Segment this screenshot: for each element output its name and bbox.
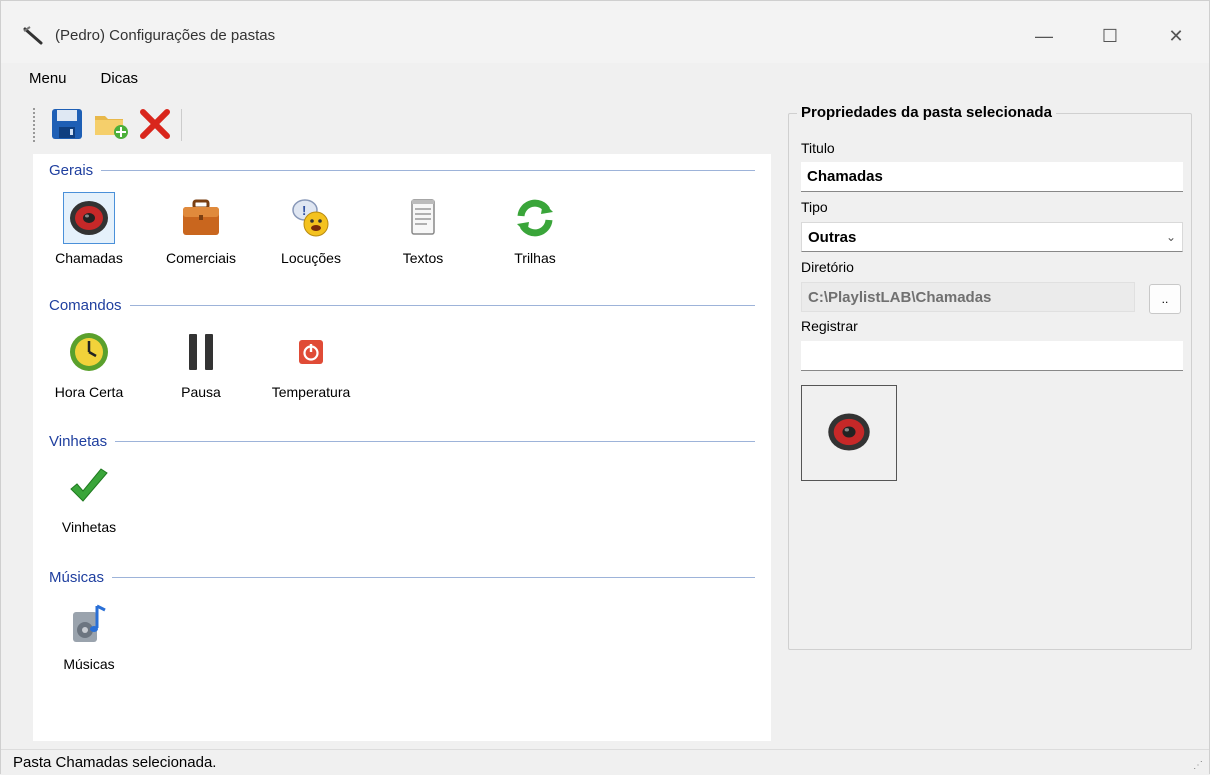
folder-item-hora-certa[interactable]: Hora Certa: [39, 326, 139, 400]
new-folder-icon: [93, 108, 129, 143]
group-label: Músicas: [49, 569, 105, 586]
status-bar: Pasta Chamadas selecionada. ⋰: [1, 749, 1209, 775]
app-tools-icon: [21, 25, 47, 45]
notepad-icon: [397, 192, 449, 244]
folder-properties-group: Propriedades da pasta selecionada Titulo…: [788, 104, 1192, 650]
item-label: Hora Certa: [54, 384, 124, 400]
pause-icon: [175, 326, 227, 378]
folder-item-comerciais[interactable]: Comerciais: [151, 192, 251, 266]
folder-item-temperatura[interactable]: Temperatura: [261, 326, 361, 400]
item-label: Chamadas: [55, 250, 123, 266]
folder-item-trilhas[interactable]: Trilhas: [485, 192, 585, 266]
group-label: Gerais: [49, 162, 94, 179]
toolbar-grip[interactable]: [33, 108, 37, 142]
item-label: Comerciais: [165, 250, 236, 266]
registrar-label: Registrar: [801, 318, 858, 334]
folder-list-panel[interactable]: Gerais Chamadas Comerciais ! Locuções Te…: [33, 154, 771, 741]
group-header-vinhetas[interactable]: Vinhetas: [49, 433, 755, 450]
close-button[interactable]: ✕: [1153, 19, 1199, 53]
group-divider: [115, 441, 755, 442]
speaker-icon: [825, 408, 873, 459]
delete-button[interactable]: [133, 103, 177, 147]
item-label: Músicas: [63, 656, 115, 672]
new-folder-button[interactable]: [89, 103, 133, 147]
group-divider: [112, 577, 755, 578]
titulo-input[interactable]: Chamadas: [801, 162, 1183, 192]
save-button[interactable]: [45, 103, 89, 147]
speaker-icon: [63, 192, 115, 244]
toolbar-separator: [181, 109, 182, 141]
item-label: Pausa: [181, 384, 221, 400]
title-bar[interactable]: (Pedro) Configurações de pastas — ☐ ✕: [1, 1, 1209, 63]
tipo-select[interactable]: Outras ⌄: [801, 222, 1183, 252]
save-icon: [50, 107, 84, 144]
item-label: Textos: [402, 250, 444, 266]
maximize-button[interactable]: ☐: [1087, 19, 1133, 53]
diretorio-input[interactable]: C:\PlaylistLAB\Chamadas: [801, 282, 1135, 312]
music-speaker-icon: [63, 598, 115, 650]
group-header-musicas[interactable]: Músicas: [49, 569, 755, 586]
item-label: Temperatura: [271, 384, 351, 400]
svg-text:!: !: [302, 203, 306, 218]
status-text: Pasta Chamadas selecionada.: [13, 754, 217, 771]
menu-item-dicas[interactable]: Dicas: [95, 68, 145, 89]
refresh-arrows-icon: [509, 192, 561, 244]
folder-item-pausa[interactable]: Pausa: [151, 326, 251, 400]
folder-item-textos[interactable]: Textos: [373, 192, 473, 266]
group-divider: [129, 305, 755, 306]
browse-button[interactable]: ..: [1149, 284, 1181, 314]
window-title: (Pedro) Configurações de pastas: [55, 27, 276, 44]
item-label: Vinhetas: [61, 519, 117, 535]
group-label: Vinhetas: [49, 433, 108, 450]
group-header-comandos[interactable]: Comandos: [49, 297, 755, 314]
folder-icon-preview[interactable]: [801, 385, 897, 481]
group-label: Comandos: [49, 297, 122, 314]
item-label: Locuções: [281, 250, 341, 266]
folder-item-chamadas[interactable]: Chamadas: [39, 192, 139, 266]
folder-item-vinhetas[interactable]: Vinhetas: [39, 461, 139, 535]
tipo-label: Tipo: [801, 199, 828, 215]
diretorio-label: Diretório: [801, 259, 854, 275]
item-label: Trilhas: [514, 250, 556, 266]
menu-bar: Menu Dicas: [1, 63, 1209, 93]
folder-item-locucoes[interactable]: ! Locuções: [261, 192, 361, 266]
group-divider: [101, 170, 755, 171]
titulo-label: Titulo: [801, 140, 835, 156]
chevron-down-icon: ⌄: [1165, 230, 1176, 244]
checkmark-icon: [63, 461, 115, 513]
talking-smiley-icon: !: [285, 192, 337, 244]
delete-icon: [139, 108, 171, 143]
resize-grip-icon[interactable]: ⋰: [1193, 760, 1203, 771]
group-header-gerais[interactable]: Gerais: [49, 162, 755, 179]
minimize-button[interactable]: —: [1021, 19, 1067, 53]
clock-icon: [63, 326, 115, 378]
tipo-selected-value: Outras: [808, 228, 857, 246]
registrar-input[interactable]: [801, 341, 1183, 371]
menu-item-menu[interactable]: Menu: [23, 68, 73, 89]
toolbar: [33, 103, 182, 147]
power-icon: [285, 326, 337, 378]
folder-item-musicas[interactable]: Músicas: [39, 598, 139, 672]
settings-window: (Pedro) Configurações de pastas — ☐ ✕ Me…: [0, 0, 1210, 775]
briefcase-icon: [175, 192, 227, 244]
properties-legend: Propriedades da pasta selecionada: [797, 104, 1056, 121]
